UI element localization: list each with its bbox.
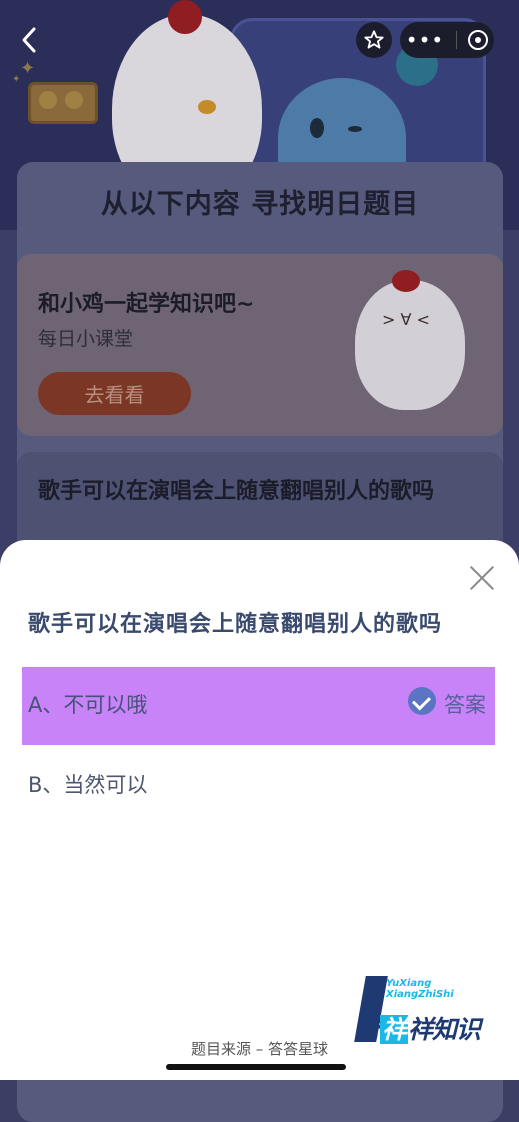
favorite-button[interactable] [356, 22, 392, 58]
chevron-left-icon [22, 27, 36, 53]
medal-icon [65, 91, 83, 109]
watermark-brand: 誉祥祥知识 [356, 1010, 481, 1046]
watermark-line2: XiangZhiShi [386, 989, 454, 1000]
alien-eye-right [348, 126, 362, 132]
chick-comb-illustration [392, 270, 420, 292]
sparkle-icon: ✦ [20, 58, 36, 79]
option-b-label: B、当然可以 [28, 773, 148, 797]
sheet-question-title: 歌手可以在演唱会上随意翻唱别人的歌吗 [28, 612, 443, 637]
home-indicator[interactable] [166, 1064, 346, 1070]
alien-eye-left [310, 118, 324, 138]
lesson-card-title: 和小鸡一起学知识吧~ [38, 292, 255, 317]
option-b[interactable]: B、当然可以 [22, 755, 495, 811]
capsule-menu: ••• [400, 22, 494, 58]
answer-tag: 答案 [444, 693, 486, 717]
question-card-text: 歌手可以在演唱会上随意翻唱别人的歌吗 [38, 479, 435, 504]
watermark-char-1: 誉 [356, 1015, 381, 1044]
medal-icon [39, 91, 57, 109]
star-icon [364, 30, 384, 49]
close-icon[interactable] [466, 562, 498, 594]
chick-beak-illustration [198, 100, 216, 114]
option-a-label: A、不可以哦 [28, 693, 148, 717]
more-dots-icon[interactable]: ••• [406, 30, 444, 50]
miniapp-capsule: ••• [356, 22, 494, 58]
medal-board-illustration [28, 82, 98, 124]
chick-face-illustration: > ∀ < [382, 310, 430, 329]
lesson-card-subtitle: 每日小课堂 [38, 328, 134, 350]
watermark-char-2: 祥 [380, 1015, 409, 1044]
check-circle-icon [408, 687, 436, 715]
watermark-line1: YuXiang [386, 978, 432, 989]
watermark-logo: YuXiang XiangZhiShi 誉祥祥知识 [354, 976, 496, 1046]
watermark-pinyin: YuXiang XiangZhiShi [386, 978, 454, 1000]
go-watch-button[interactable]: 去看看 [38, 372, 191, 415]
capsule-divider [455, 31, 457, 49]
sparkle-icon: ✦ [12, 74, 21, 85]
option-a[interactable]: A、不可以哦 答案 [22, 667, 495, 745]
panel-title: 从以下内容 寻找明日题目 [100, 189, 420, 220]
chick-mascot-illustration [355, 280, 465, 410]
back-button[interactable] [20, 26, 38, 60]
watermark-char-3: 祥知识 [408, 1015, 481, 1044]
target-icon[interactable] [468, 30, 489, 50]
chick-comb-illustration [168, 0, 202, 34]
